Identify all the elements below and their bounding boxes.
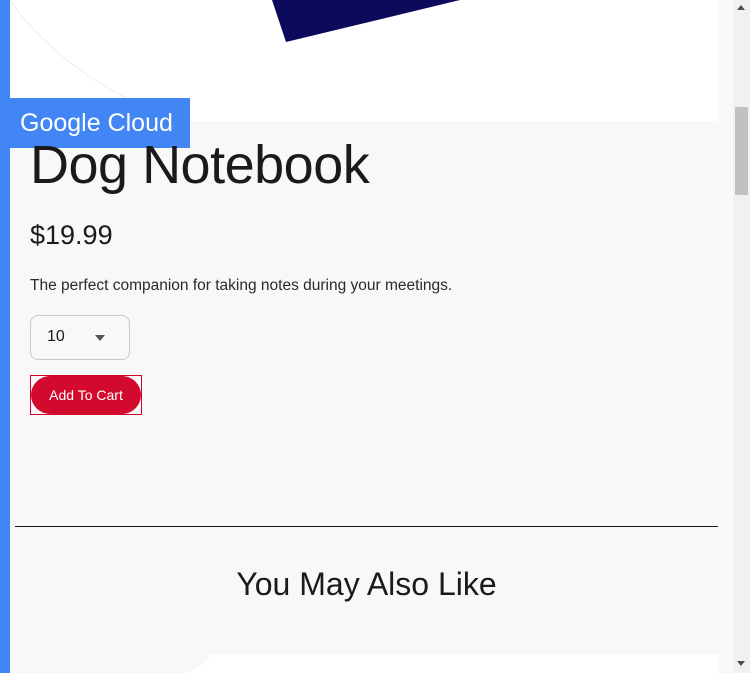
quantity-value: 10 (47, 328, 65, 345)
caret-down-icon (95, 335, 105, 341)
scroll-up-arrow-icon[interactable] (737, 5, 745, 10)
scroll-down-arrow-icon[interactable] (737, 661, 745, 666)
card-image-shape (10, 654, 210, 673)
quantity-select[interactable]: 10 (30, 315, 130, 360)
page-viewport: Google Cloud Dog Notebook $19.99 The per… (0, 0, 750, 673)
product-title: Dog Notebook (30, 135, 370, 195)
vertical-scrollbar[interactable] (733, 0, 750, 673)
recommendations-heading: You May Also Like (236, 566, 497, 602)
section-divider (15, 526, 718, 527)
product-price: $19.99 (30, 220, 113, 250)
add-to-cart-button[interactable]: Add To Cart (31, 376, 141, 414)
product-description: The perfect companion for taking notes d… (30, 277, 453, 294)
scrollbar-thumb[interactable] (735, 107, 748, 195)
recommended-product-card[interactable] (10, 654, 718, 673)
